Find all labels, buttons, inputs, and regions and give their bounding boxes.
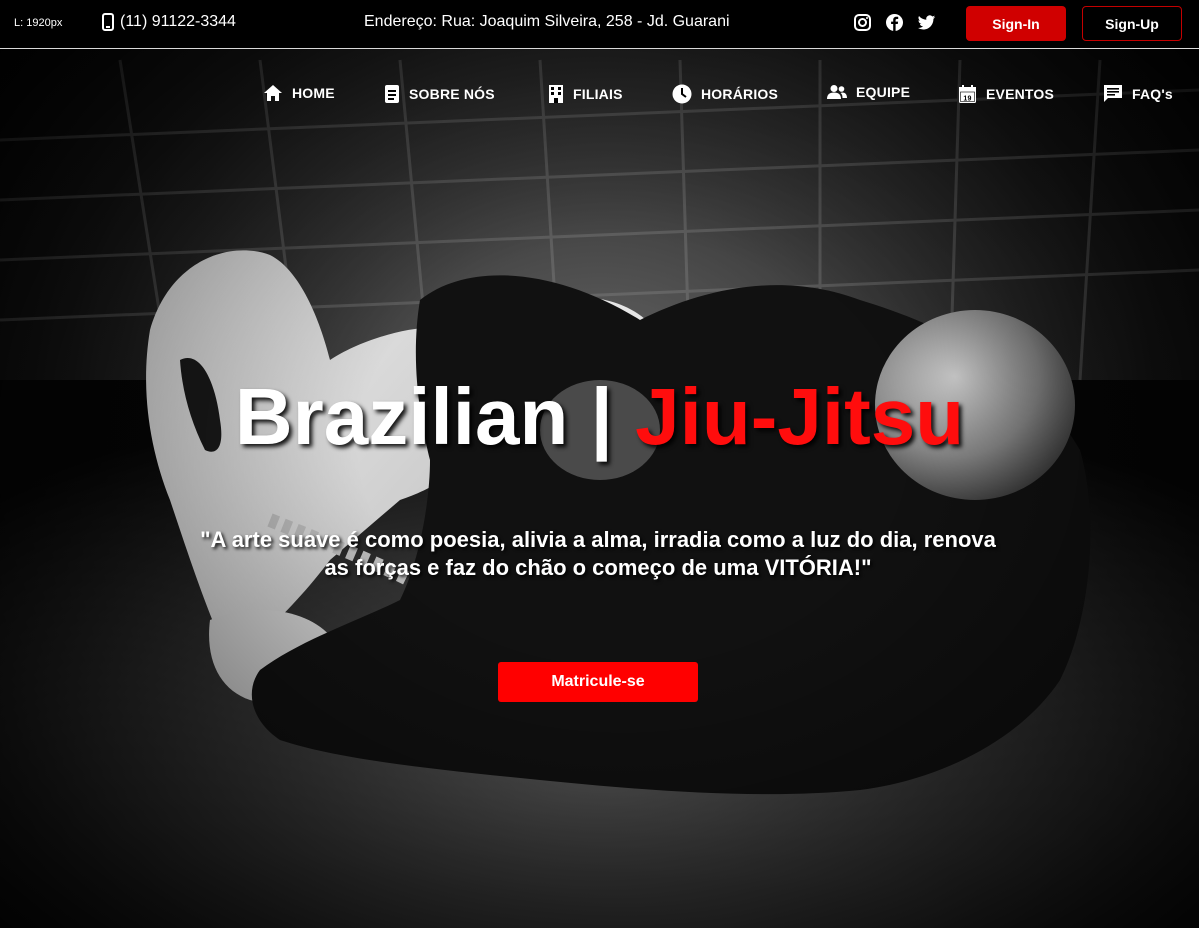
hero-quote: "A arte suave é como poesia, alivia a al… [200,527,996,580]
nav-item-label: HOME [292,85,335,101]
twitter-icon[interactable] [917,13,936,32]
nav-item-label: SOBRE NÓS [409,86,495,102]
chat-icon [1103,84,1123,104]
nav-item-home[interactable]: HOME [263,84,335,102]
building-icon [548,84,564,104]
nav-item-equipe[interactable]: EQUIPE [827,84,910,100]
sign-in-button[interactable]: Sign-In [966,6,1066,41]
users-icon [827,84,847,100]
nav-item-label: EQUIPE [856,84,911,100]
nav-item-horarios[interactable]: HORÁRIOS [672,84,778,104]
address-text: Endereço: Rua: Joaquim Silveira, 258 - J… [364,13,730,30]
mobile-phone-icon [102,13,114,31]
nav-item-faqs[interactable]: FAQ's [1103,84,1173,104]
hero-title: Brazilian | Jiu-Jitsu [0,372,1199,462]
nav-item-label: FILIAIS [573,86,623,102]
enroll-button[interactable]: Matricule-se [498,662,698,702]
phone-contact[interactable]: (11) 91122-3344 [102,13,236,31]
top-bar: L: 1920px (11) 91122-3344 Endereço: Rua:… [0,0,1199,49]
document-icon [384,84,400,104]
hero-title-separator: | [590,372,613,461]
breakpoint-label: L: 1920px [14,17,63,29]
phone-number: (11) 91122-3344 [120,13,236,30]
instagram-icon[interactable] [853,13,872,32]
sign-up-button[interactable]: Sign-Up [1082,6,1182,41]
calendar-day-label: 19 [963,95,971,102]
nav-item-label: HORÁRIOS [701,86,779,102]
nav-item-label: FAQ's [1132,86,1173,102]
hero-title-brazilian: Brazilian [234,372,569,461]
social-links [853,13,936,32]
hero-background-image [0,0,1199,928]
hero-title-jiu-jitsu: Jiu-Jitsu [635,372,965,461]
nav-item-label: EVENTOS [986,86,1055,102]
main-nav: HOME SOBRE NÓS FILIAIS HORÁRIOS EQUIPE 1… [0,84,1199,108]
clock-icon [672,84,692,104]
nav-item-sobre-nos[interactable]: SOBRE NÓS [384,84,495,104]
calendar-icon: 19 [958,84,977,104]
nav-item-eventos[interactable]: 19 EVENTOS [958,84,1054,104]
home-icon [263,84,283,102]
facebook-icon[interactable] [885,13,904,32]
nav-item-filiais[interactable]: FILIAIS [548,84,623,104]
